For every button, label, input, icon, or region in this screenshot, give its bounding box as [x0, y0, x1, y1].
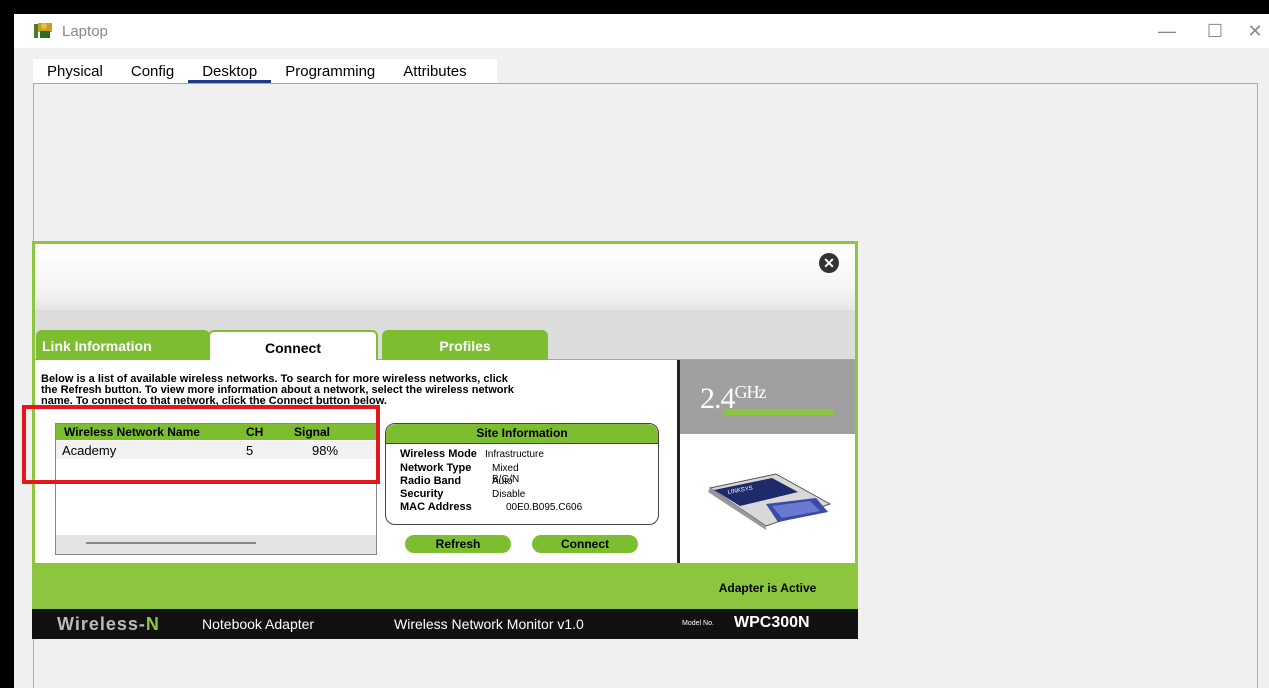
adapter-status: Adapter is Active	[718, 581, 817, 595]
mac-address-row: MAC Address 00E0.B095.C606	[400, 501, 583, 513]
security-row: Security Disable	[400, 488, 526, 500]
minimize-button[interactable]: —	[1152, 18, 1182, 44]
site-information-panel: Site Information Wireless Mode Infrastruc…	[385, 423, 659, 525]
tab-connect[interactable]: Connect	[208, 330, 378, 362]
monitor-version: Wireless Network Monitor v1.0	[394, 616, 584, 632]
main-tab-bar: Physical Config Desktop Programming Attr…	[33, 59, 497, 83]
tab-attributes[interactable]: Attributes	[389, 59, 480, 83]
connect-button[interactable]: Connect	[532, 535, 638, 553]
horizontal-scrollbar-track[interactable]	[56, 535, 376, 554]
adapter-graphic-panel: 2.4GHz LINKSYS	[680, 360, 855, 563]
instructions-text: Below is a list of available wireless ne…	[41, 374, 671, 407]
tab-config[interactable]: Config	[117, 59, 188, 83]
frequency-underline	[724, 409, 834, 415]
dialog-footer: Wireless-N Notebook Adapter Wireless Net…	[32, 609, 858, 639]
tab-programming[interactable]: Programming	[271, 59, 389, 83]
tab-physical[interactable]: Physical	[33, 59, 117, 83]
tab-link-information[interactable]: Link Information	[36, 330, 210, 360]
frequency-badge: 2.4GHz	[680, 360, 855, 434]
close-window-button[interactable]: ✕	[1244, 18, 1266, 44]
horizontal-scrollbar-thumb[interactable]	[86, 542, 256, 544]
site-information-title: Site Information	[386, 424, 658, 444]
model-number: WPC300N	[734, 614, 810, 631]
pc-card-image: LINKSYS	[708, 473, 832, 530]
wireless-mode-row: Wireless Mode Infrastructure	[400, 448, 544, 460]
product-name: Notebook Adapter	[202, 616, 315, 632]
tab-desktop[interactable]: Desktop	[188, 59, 272, 83]
window-title: Laptop	[62, 23, 108, 40]
highlight-annotation	[22, 405, 380, 484]
laptop-app-icon	[34, 23, 52, 38]
maximize-button[interactable]: ☐	[1200, 18, 1230, 44]
radio-band-row: Radio Band Auto	[400, 475, 513, 487]
refresh-button[interactable]: Refresh	[405, 535, 511, 553]
tab-profiles[interactable]: Profiles	[382, 330, 548, 360]
model-label: Model No.	[682, 620, 714, 627]
close-icon[interactable]: ✕	[819, 253, 839, 273]
dialog-header: ✕	[35, 244, 855, 310]
frequency-unit: GHz	[734, 382, 767, 402]
brand-logo: Wireless-N	[57, 614, 160, 634]
title-bar: Laptop — ☐ ✕	[14, 14, 1269, 48]
laptop-window: Laptop — ☐ ✕ Physical Config Desktop Pro…	[14, 14, 1269, 688]
network-type-row: Network Type Mixed B/G/N	[400, 462, 520, 485]
